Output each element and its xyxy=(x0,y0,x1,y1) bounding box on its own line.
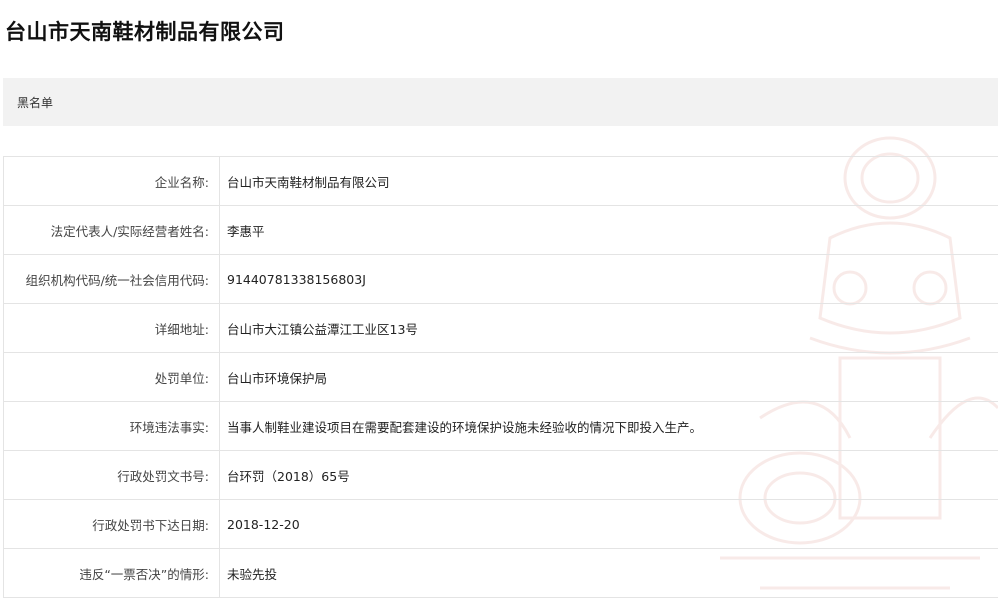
field-value: 未验先投 xyxy=(219,548,998,598)
field-value: 台山市天南鞋材制品有限公司 xyxy=(219,156,998,206)
table-row: 违反“一票否决”的情形: 未验先投 xyxy=(3,548,998,598)
blacklist-tag: 黑名单 xyxy=(17,96,54,110)
field-label: 详细地址: xyxy=(3,303,220,353)
field-label: 企业名称: xyxy=(3,156,220,206)
field-value: 台环罚（2018）65号 xyxy=(219,450,998,500)
page-title: 台山市天南鞋材制品有限公司 xyxy=(5,19,285,44)
field-label: 行政处罚书下达日期: xyxy=(3,499,220,549)
table-row: 详细地址: 台山市大江镇公益潭江工业区13号 xyxy=(3,303,998,353)
field-label: 违反“一票否决”的情形: xyxy=(3,548,220,598)
field-value: 当事人制鞋业建设项目在需要配套建设的环境保护设施未经验收的情况下即投入生产。 xyxy=(219,401,998,451)
table-row: 组织机构代码/统一社会信用代码: 91440781338156803J xyxy=(3,254,998,304)
penalty-info-table: 企业名称: 台山市天南鞋材制品有限公司 法定代表人/实际经营者姓名: 李惠平 组织机构代… xyxy=(3,156,998,598)
field-label: 法定代表人/实际经营者姓名: xyxy=(3,205,220,255)
field-label: 环境违法事实: xyxy=(3,401,220,451)
table-row: 行政处罚文书号: 台环罚（2018）65号 xyxy=(3,450,998,500)
field-value: 2018-12-20 xyxy=(219,499,998,549)
table-row: 企业名称: 台山市天南鞋材制品有限公司 xyxy=(3,156,998,206)
table-row: 处罚单位: 台山市环境保护局 xyxy=(3,352,998,402)
field-value: 李惠平 xyxy=(219,205,998,255)
field-label: 行政处罚文书号: xyxy=(3,450,220,500)
field-value: 台山市大江镇公益潭江工业区13号 xyxy=(219,303,998,353)
field-value: 台山市环境保护局 xyxy=(219,352,998,402)
field-value: 91440781338156803J xyxy=(219,254,998,304)
table-row: 法定代表人/实际经营者姓名: 李惠平 xyxy=(3,205,998,255)
field-label: 组织机构代码/统一社会信用代码: xyxy=(3,254,220,304)
field-label: 处罚单位: xyxy=(3,352,220,402)
blacklist-tag-bar: 黑名单 xyxy=(3,78,998,126)
table-row: 行政处罚书下达日期: 2018-12-20 xyxy=(3,499,998,549)
table-row: 环境违法事实: 当事人制鞋业建设项目在需要配套建设的环境保护设施未经验收的情况下即… xyxy=(3,401,998,451)
